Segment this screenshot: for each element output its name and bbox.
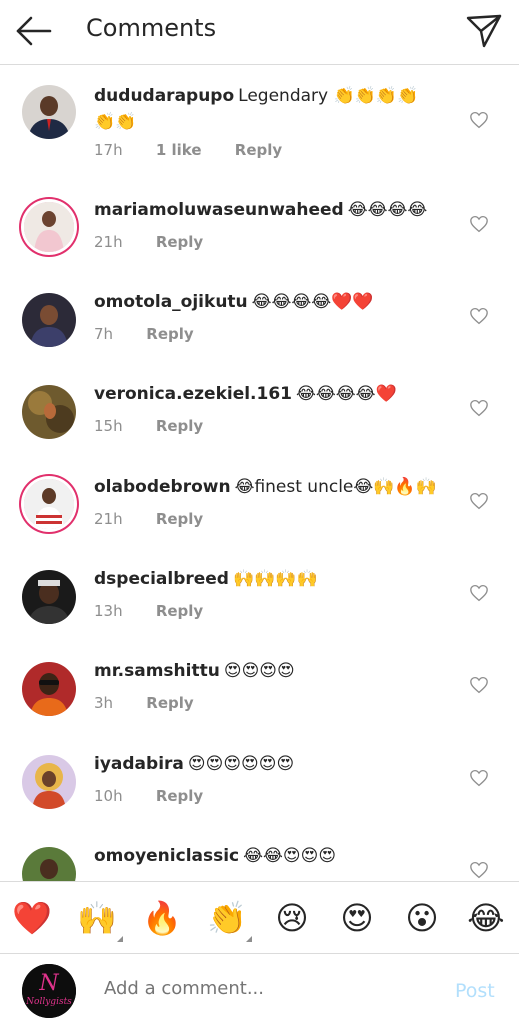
comment-meta: 21h Reply	[94, 510, 231, 528]
reply-button[interactable]: Reply	[156, 602, 203, 620]
nollygists-logo: N Nollygists	[22, 964, 76, 1018]
emoji-red-heart[interactable]: ❤️	[12, 898, 52, 938]
back-arrow-icon[interactable]	[14, 12, 54, 50]
send-direct-icon[interactable]	[464, 10, 504, 50]
like-heart-icon[interactable]	[469, 584, 489, 602]
comment-item: olabodebrown 😂finest uncle😂🙌🔥🙌 21h Reply	[0, 472, 519, 564]
svg-text:Nollygists: Nollygists	[25, 997, 72, 1007]
comment-item: mariamoluwaseunwaheed 😂😂😂😂 21h Reply	[0, 195, 519, 287]
comment-text: 😂😂😂😂❤️❤️	[251, 292, 374, 312]
comment-text: 🙌🙌🙌🙌	[232, 569, 318, 589]
avatar[interactable]	[24, 479, 74, 529]
comment-meta: 17h 1 like Reply	[94, 141, 310, 159]
like-heart-icon[interactable]	[469, 769, 489, 787]
emoji-clapping-hands[interactable]: 👏	[207, 898, 247, 938]
comment-composer: N Nollygists Post	[0, 953, 519, 1025]
comment-time: 3h	[94, 694, 114, 712]
comment-time: 21h	[94, 233, 123, 251]
comment-meta: 21h Reply	[94, 233, 231, 251]
emoji-surprised-face[interactable]: 😮	[402, 898, 442, 938]
avatar[interactable]	[22, 847, 76, 881]
comment-text: 😂😂😂😂❤️	[296, 384, 397, 404]
reply-button[interactable]: Reply	[235, 141, 282, 159]
skin-tone-indicator-icon	[117, 936, 123, 942]
avatar[interactable]	[22, 293, 76, 347]
comment-meta: 13h Reply	[94, 602, 231, 620]
top-bar: Comments	[0, 0, 519, 65]
reply-button[interactable]: Reply	[156, 417, 203, 435]
reply-button[interactable]: Reply	[146, 694, 193, 712]
comment-text: 😂😂😍😍😍	[243, 846, 337, 866]
comment-meta: 10h Reply	[94, 787, 231, 805]
comment-time: 7h	[94, 325, 114, 343]
comment-meta: 7h Reply	[94, 325, 222, 343]
comment-item: dududarapupo Legendary 👏👏👏👏👏👏 17h 1 like …	[0, 77, 519, 169]
comment-item: mr.samshittu 😍😍😍😍 3h Reply	[0, 656, 519, 748]
reply-button[interactable]: Reply	[146, 325, 193, 343]
comment-username[interactable]: mr.samshittu	[94, 661, 220, 681]
comment-text: 😂😂😂😂	[347, 200, 428, 220]
reply-button[interactable]: Reply	[156, 510, 203, 528]
comment-username[interactable]: iyadabira	[94, 754, 184, 774]
avatar[interactable]	[22, 385, 76, 439]
comment-time: 10h	[94, 787, 123, 805]
avatar[interactable]	[24, 202, 74, 252]
avatar[interactable]	[22, 85, 76, 139]
like-heart-icon[interactable]	[469, 492, 489, 510]
emoji-raised-hands[interactable]: 🙌	[77, 898, 117, 938]
comment-item: veronica.ezekiel.161 😂😂😂😂❤️ 15h Reply	[0, 379, 519, 471]
post-button[interactable]: Post	[455, 980, 495, 1002]
comment-item: iyadabira 😍😍😍😍😍😍 10h Reply	[0, 749, 519, 841]
comment-username[interactable]: mariamoluwaseunwaheed	[94, 200, 344, 220]
comment-time: 17h	[94, 141, 123, 159]
comment-meta: 15h Reply	[94, 417, 231, 435]
reply-button[interactable]: Reply	[156, 233, 203, 251]
quick-emoji-bar: ❤️ 🙌 🔥 👏 😢 😍 😮 😂	[0, 881, 519, 954]
comment-username[interactable]: olabodebrown	[94, 477, 231, 497]
like-heart-icon[interactable]	[469, 399, 489, 417]
comment-text: 😂finest uncle😂🙌🔥🙌	[234, 477, 437, 497]
comment-text: 😍😍😍😍😍😍	[187, 754, 295, 774]
like-heart-icon[interactable]	[469, 215, 489, 233]
like-heart-icon[interactable]	[469, 861, 489, 879]
comment-time: 13h	[94, 602, 123, 620]
emoji-heart-eyes[interactable]: 😍	[337, 898, 377, 938]
comment-item: omotola_ojikutu 😂😂😂😂❤️❤️ 7h Reply	[0, 287, 519, 379]
svg-text:N: N	[38, 971, 59, 996]
avatar[interactable]	[22, 570, 76, 624]
comment-username[interactable]: omoyeniclassic	[94, 846, 239, 866]
comment-time: 21h	[94, 510, 123, 528]
comment-username[interactable]: dududarapupo	[94, 86, 234, 106]
like-heart-icon[interactable]	[469, 676, 489, 694]
skin-tone-indicator-icon	[246, 936, 252, 942]
likes-count[interactable]: 1 like	[156, 141, 202, 159]
comment-item: omoyeniclassic 😂😂😍😍😍	[0, 841, 519, 881]
comment-username[interactable]: omotola_ojikutu	[94, 292, 248, 312]
avatar[interactable]	[22, 662, 76, 716]
comment-time: 15h	[94, 417, 123, 435]
emoji-fire[interactable]: 🔥	[142, 898, 182, 938]
like-heart-icon[interactable]	[469, 307, 489, 325]
avatar: N Nollygists	[22, 964, 76, 1018]
comment-text: 😍😍😍😍	[223, 661, 295, 681]
emoji-crying-face[interactable]: 😢	[272, 898, 312, 938]
reply-button[interactable]: Reply	[156, 787, 203, 805]
avatar[interactable]	[22, 755, 76, 809]
emoji-tears-of-joy[interactable]: 😂	[466, 898, 506, 938]
comment-meta: 3h Reply	[94, 694, 222, 712]
comment-username[interactable]: dspecialbreed	[94, 569, 229, 589]
page-title: Comments	[86, 14, 217, 42]
comment-input[interactable]	[104, 978, 434, 999]
like-heart-icon[interactable]	[469, 111, 489, 129]
comment-list[interactable]: dududarapupo Legendary 👏👏👏👏👏👏 17h 1 like …	[0, 65, 519, 881]
comment-item: dspecialbreed 🙌🙌🙌🙌 13h Reply	[0, 564, 519, 656]
comment-username[interactable]: veronica.ezekiel.161	[94, 384, 292, 404]
